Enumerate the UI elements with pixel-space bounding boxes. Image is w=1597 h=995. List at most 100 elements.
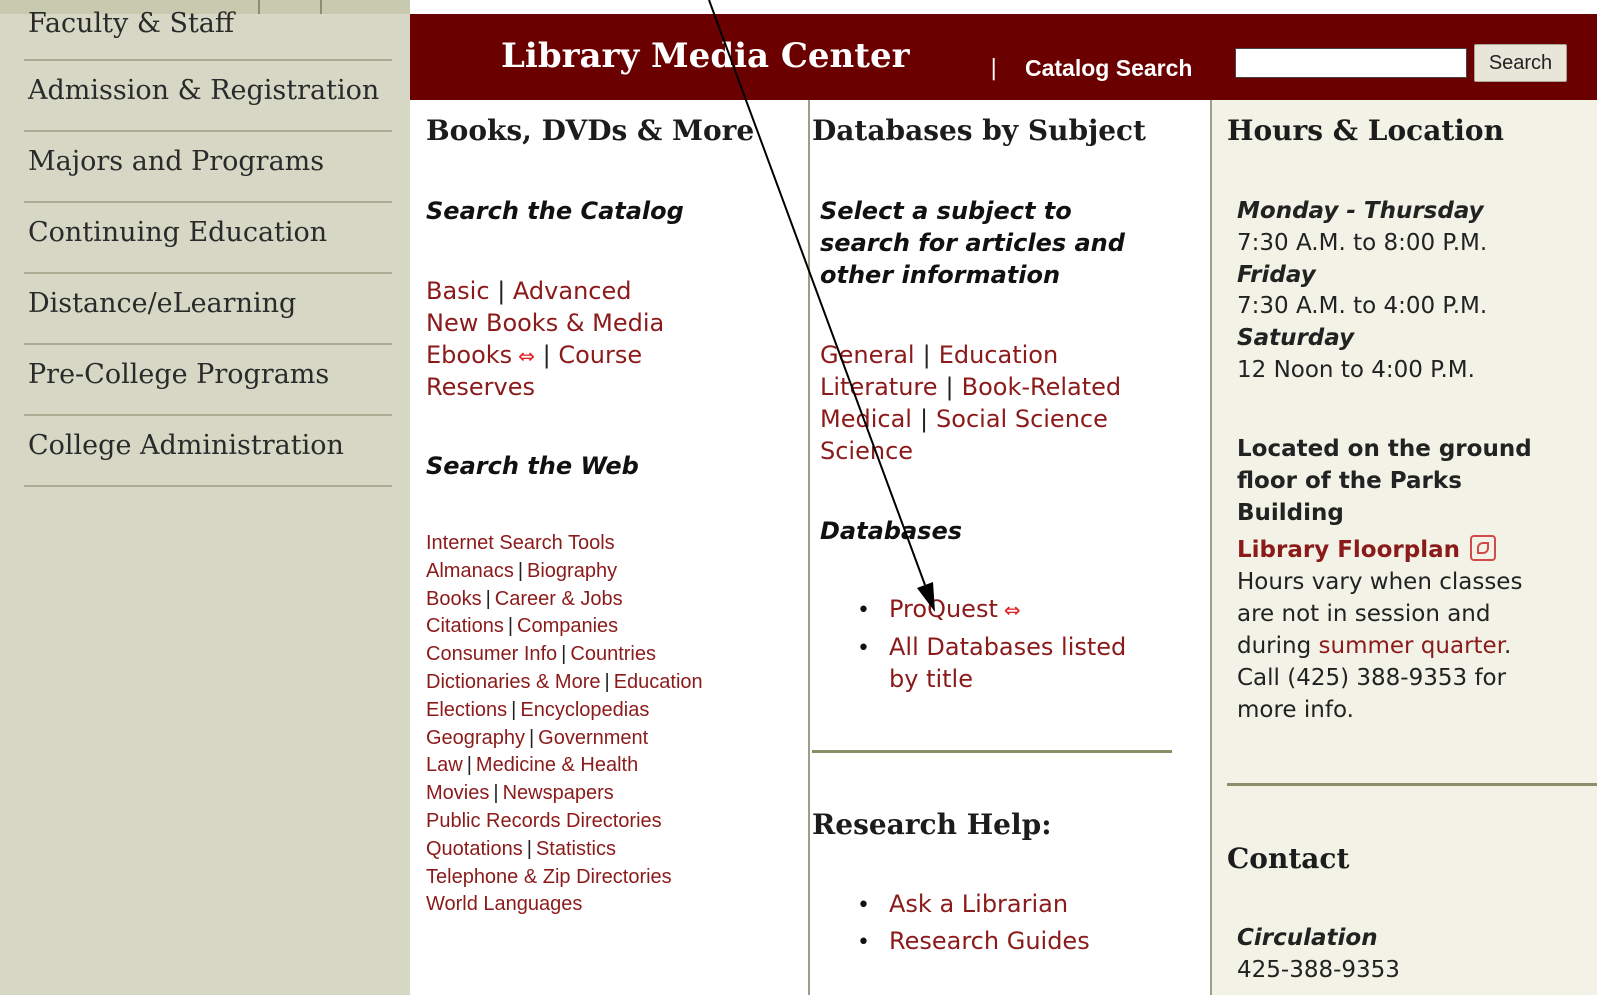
subject-link[interactable]: Literature xyxy=(820,373,938,401)
web-link[interactable]: Geography xyxy=(426,727,525,749)
subject-intro-line-2: search for articles and xyxy=(820,229,1125,257)
sidebar-item-pre-college[interactable]: Pre-College Programs xyxy=(24,345,392,416)
web-link[interactable]: World Languages xyxy=(426,893,582,915)
pipe: | xyxy=(604,671,610,693)
web-link[interactable]: Countries xyxy=(570,643,656,665)
location-line-2: floor of the Parks xyxy=(1237,468,1462,494)
friday-label: Friday xyxy=(1237,262,1316,288)
subject-link[interactable]: Book-Related xyxy=(962,373,1122,401)
web-link[interactable]: Internet Search Tools xyxy=(426,532,615,554)
hours-heading: Hours & Location xyxy=(1227,114,1504,147)
pipe: | xyxy=(517,559,524,582)
subject-intro-line-3: other information xyxy=(820,261,1061,289)
web-link[interactable]: Quotations xyxy=(426,838,523,860)
web-links-row: Dictionaries & More | Education xyxy=(426,669,703,697)
saturday-time: 12 Noon to 4:00 P.M. xyxy=(1237,357,1475,383)
web-link[interactable]: Dictionaries & More xyxy=(426,671,601,693)
subject-link[interactable]: General xyxy=(820,341,915,369)
web-link[interactable]: Public Records Directories xyxy=(426,810,662,832)
subject-intro-line-1: Select a subject to xyxy=(820,197,1072,225)
web-link[interactable]: Law xyxy=(426,754,463,776)
section-divider xyxy=(1227,783,1597,786)
section-divider xyxy=(812,750,1172,753)
web-links-row: Movies | Newspapers xyxy=(426,780,614,808)
pipe: | xyxy=(561,643,567,666)
web-links-row: Public Records Directories xyxy=(426,808,662,836)
catalog-links-row-3: Ebooks ⇔ | Course xyxy=(426,339,642,372)
sidebar-item-faculty-staff[interactable]: Faculty & Staff xyxy=(24,0,392,61)
pipe: | xyxy=(507,615,514,638)
catalog-links-row-1: Basic | Advanced xyxy=(426,275,631,307)
contact-heading: Contact xyxy=(1227,842,1350,875)
web-link[interactable]: Newspapers xyxy=(503,782,614,804)
pipe: | xyxy=(542,341,551,369)
basic-link[interactable]: Basic xyxy=(426,277,490,305)
sidebar-item-majors[interactable]: Majors and Programs xyxy=(24,132,392,203)
external-link-icon: ⇔ xyxy=(518,344,535,368)
web-link[interactable]: Government xyxy=(538,727,648,749)
web-link[interactable]: Biography xyxy=(527,560,617,582)
web-links-row: Almanacs | Biography xyxy=(426,558,617,586)
web-link[interactable]: Education xyxy=(614,671,703,693)
new-books-link[interactable]: New Books & Media xyxy=(426,309,664,337)
catalog-links-row-4: Reserves xyxy=(426,371,535,403)
all-databases-link-cont[interactable]: by title xyxy=(889,663,973,695)
books-column: Books, DVDs & More Search the Catalog Ba… xyxy=(410,100,810,995)
databases-column: Databases by Subject Select a subject to… xyxy=(812,100,1212,995)
friday-time: 7:30 A.M. to 4:00 P.M. xyxy=(1237,293,1488,319)
web-link[interactable]: Citations xyxy=(426,615,504,637)
sidebar-item-label: Admission & Registration xyxy=(28,75,380,106)
sidebar-item-admission[interactable]: Admission & Registration xyxy=(24,61,392,132)
web-links-row: Telephone & Zip Directories xyxy=(426,864,672,892)
sidebar-item-continuing-education[interactable]: Continuing Education xyxy=(24,203,392,274)
bullet: • xyxy=(857,598,870,623)
pipe: | xyxy=(493,782,499,805)
subject-link[interactable]: Science xyxy=(820,437,913,465)
subject-links-row: Medical | Social Science xyxy=(820,403,1108,435)
sidebar-item-college-administration[interactable]: College Administration xyxy=(24,416,392,487)
pipe: | xyxy=(919,405,929,433)
web-links-row: Consumer Info | Countries xyxy=(426,641,656,669)
pipe: | xyxy=(485,587,491,610)
books-heading: Books, DVDs & More xyxy=(426,114,755,147)
floorplan-link[interactable]: Library Floorplan xyxy=(1237,537,1460,563)
all-databases-link[interactable]: All Databases listed xyxy=(889,631,1126,663)
search-input[interactable] xyxy=(1235,48,1467,78)
web-link[interactable]: Almanacs xyxy=(426,560,514,582)
subject-link[interactable]: Social Science xyxy=(936,405,1108,433)
sidebar-item-label: College Administration xyxy=(28,430,344,461)
subject-link[interactable]: Education xyxy=(939,341,1058,369)
hours-note-1: Hours vary when classes xyxy=(1237,569,1523,595)
hours-note-3: during summer quarter. xyxy=(1237,633,1512,659)
search-button[interactable]: Search xyxy=(1474,44,1567,82)
ask-librarian-link[interactable]: Ask a Librarian xyxy=(889,888,1068,920)
course-reserves-link[interactable]: Course xyxy=(558,341,642,369)
page-title: Library Media Center xyxy=(501,36,910,76)
ebooks-link[interactable]: Ebooks xyxy=(426,341,512,369)
advanced-link[interactable]: Advanced xyxy=(513,277,632,305)
web-link[interactable]: Companies xyxy=(517,615,618,637)
web-link[interactable]: Medicine & Health xyxy=(476,754,638,776)
web-link[interactable]: Books xyxy=(426,588,482,610)
web-link[interactable]: Telephone & Zip Directories xyxy=(426,866,672,888)
catalog-search-link[interactable]: Catalog Search xyxy=(1025,55,1192,82)
web-link[interactable]: Elections xyxy=(426,699,507,721)
web-link[interactable]: Encyclopedias xyxy=(520,699,649,721)
web-link[interactable]: Movies xyxy=(426,782,489,804)
summer-quarter-link[interactable]: summer quarter xyxy=(1319,633,1505,659)
sidebar-item-distance-elearning[interactable]: Distance/eLearning xyxy=(24,274,392,345)
web-links-row: World Languages xyxy=(426,891,582,919)
pipe: | xyxy=(922,341,931,369)
web-link[interactable]: Career & Jobs xyxy=(495,588,623,610)
web-link[interactable]: Statistics xyxy=(536,838,616,860)
bullet: • xyxy=(857,930,870,955)
subject-links-row: General | Education xyxy=(820,339,1058,371)
hours-note-2: are not in session and xyxy=(1237,601,1491,627)
research-guides-link[interactable]: Research Guides xyxy=(889,925,1090,957)
subject-link[interactable]: Medical xyxy=(820,405,912,433)
web-link[interactable]: Consumer Info xyxy=(426,643,557,665)
course-reserves-link-cont[interactable]: Reserves xyxy=(426,373,535,401)
proquest-link[interactable]: ProQuest xyxy=(889,595,998,623)
web-links-row: Elections | Encyclopedias xyxy=(426,697,649,725)
pipe: | xyxy=(511,698,517,721)
